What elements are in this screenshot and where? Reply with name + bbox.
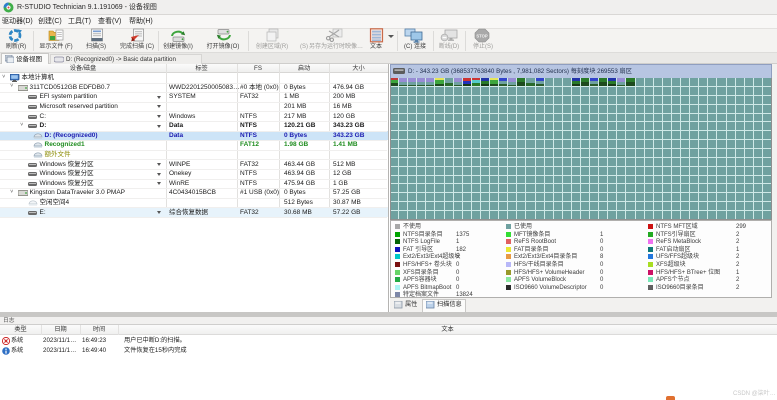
svg-text:STOP: STOP	[476, 34, 488, 39]
